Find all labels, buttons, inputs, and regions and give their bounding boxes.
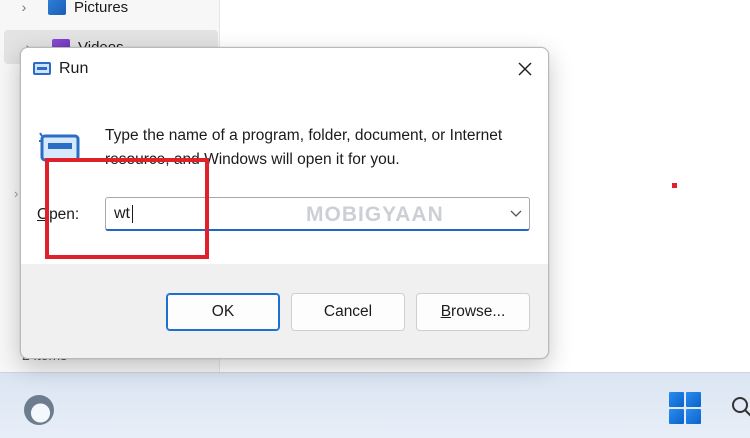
red-marker-dot [672,183,677,188]
taskbar [0,372,750,438]
chevron-down-icon[interactable] [509,206,523,220]
cancel-button[interactable]: Cancel [291,293,405,331]
highlight-annotation-box [45,158,209,259]
browse-label: rowse... [451,303,506,320]
nav-item-label: Pictures [74,0,129,16]
chevron-right-icon[interactable]: › [14,186,18,201]
chevron-right-icon[interactable]: › [0,0,48,15]
browse-button[interactable]: Browse... [416,293,530,331]
windows-start-icon[interactable] [668,391,702,425]
nav-item-pictures[interactable]: › Pictures [0,0,218,24]
run-icon [33,62,51,75]
dialog-button-row: OK Cancel Browse... [21,293,548,333]
watermark: MOBIGYAAN [306,203,444,226]
close-icon [518,62,532,76]
close-button[interactable] [502,48,548,90]
weather-icon[interactable] [24,395,54,425]
search-icon[interactable] [728,393,750,423]
browse-mnemonic: B [440,303,452,320]
dialog-titlebar[interactable]: Run [21,48,548,90]
dialog-title: Run [59,60,89,77]
ok-button[interactable]: OK [166,293,280,331]
pictures-folder-icon [48,0,66,15]
